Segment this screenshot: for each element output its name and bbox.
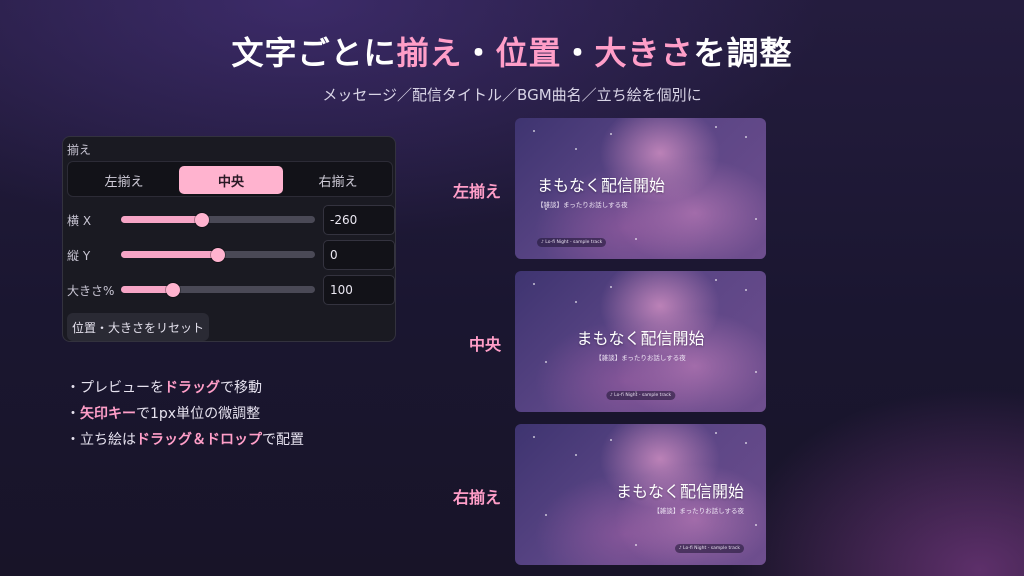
title-part: を調整 (693, 34, 793, 72)
tip-text: で移動 (220, 380, 262, 396)
star-decoration (755, 524, 757, 526)
preview-text-block: まもなく配信開始【雑談】まったりお話しする夜 (616, 478, 744, 515)
star-decoration (610, 133, 612, 135)
reset-button[interactable]: 位置・大きさをリセット (67, 313, 209, 341)
star-decoration (715, 432, 717, 434)
star-decoration (635, 238, 637, 240)
size-value-input[interactable] (323, 275, 395, 305)
music-badge: ♪ Lo-fi Night - sample track (537, 238, 607, 247)
preview-title: まもなく配信開始 (537, 176, 666, 195)
align-left-button[interactable]: 左揃え (72, 166, 176, 194)
star-decoration (745, 289, 747, 291)
y-position-row: 縦 Y (63, 240, 397, 270)
star-decoration (575, 454, 577, 456)
star-decoration (755, 218, 757, 220)
star-decoration (575, 148, 577, 150)
preview-label-right: 右揃え (452, 488, 501, 507)
align-center-button[interactable]: 中央 (179, 166, 283, 194)
star-decoration (745, 442, 747, 444)
preview-text-block: まもなく配信開始【雑談】まったりお話しする夜 (537, 172, 665, 209)
tip-text: で1px単位の微調整 (136, 406, 261, 422)
preview-label-left: 左揃え (452, 182, 501, 201)
preview-right-aligned[interactable]: まもなく配信開始【雑談】まったりお話しする夜 ♪ Lo-fi Night - sa… (515, 424, 766, 565)
tip-text: ・プレビューを (66, 380, 164, 396)
star-decoration (533, 130, 535, 132)
tip-emphasis: 矢印キー (80, 406, 136, 422)
tip-item: ・プレビューをドラッグで移動 (66, 375, 304, 401)
tips-list: ・プレビューをドラッグで移動 ・矢印キーで1px単位の微調整 ・立ち絵はドラッグ… (66, 375, 304, 453)
star-decoration (575, 301, 577, 303)
star-decoration (745, 136, 747, 138)
star-decoration (755, 371, 757, 373)
tip-item: ・矢印キーで1px単位の微調整 (66, 401, 304, 427)
size-row: 大きさ% (63, 275, 397, 305)
star-decoration (715, 126, 717, 128)
size-slider[interactable] (121, 282, 315, 297)
y-slider-thumb[interactable] (211, 247, 225, 262)
star-decoration (545, 514, 547, 516)
tip-emphasis: ドラッグ＆ドロップ (136, 432, 262, 448)
alignment-panel: 揃え 左揃え 中央 右揃え 横 X 縦 Y 大きさ% 位置・大きさをリセット (62, 136, 396, 342)
star-decoration (533, 283, 535, 285)
preview-title: まもなく配信開始 (615, 482, 744, 501)
music-badge: ♪ Lo-fi Night - sample track (605, 391, 676, 400)
star-decoration (610, 286, 612, 288)
title-part: 位置 (495, 34, 562, 72)
preview-subtitle: 【雑談】まったりお話しする夜 (595, 354, 686, 362)
preview-text-block: まもなく配信開始【雑談】まったりお話しする夜 (515, 325, 766, 362)
preview-left-aligned[interactable]: まもなく配信開始【雑談】まったりお話しする夜 ♪ Lo-fi Night - sa… (515, 118, 766, 259)
size-label: 大きさ% (67, 284, 115, 298)
title-part: ・ (561, 34, 595, 72)
tip-text: で配置 (262, 432, 304, 448)
x-value-input[interactable] (323, 205, 395, 235)
star-decoration (715, 279, 717, 281)
align-segmented-control: 左揃え 中央 右揃え (67, 161, 393, 197)
x-slider[interactable] (121, 212, 315, 227)
page-title: 文字ごとに揃え・位置・大きさを調整 (0, 28, 1024, 74)
title-part: 揃え (396, 34, 463, 72)
page-subtitle: メッセージ／配信タイトル／BGM曲名／立ち絵を個別に (322, 86, 702, 104)
tip-emphasis: ドラッグ (164, 380, 220, 396)
tip-item: ・立ち絵はドラッグ＆ドロップで配置 (66, 427, 304, 453)
y-value-input[interactable] (323, 240, 395, 270)
tip-text: ・立ち絵は (66, 432, 136, 448)
title-part: 文字ごとに (231, 34, 397, 72)
y-label: 縦 Y (67, 249, 91, 263)
x-label: 横 X (67, 214, 92, 228)
align-section-label: 揃え (67, 143, 92, 157)
x-position-row: 横 X (63, 205, 397, 235)
y-slider-fill (121, 251, 218, 258)
star-decoration (610, 439, 612, 441)
y-slider[interactable] (121, 247, 315, 262)
star-decoration (533, 436, 535, 438)
preview-subtitle: 【雑談】まったりお話しする夜 (537, 201, 628, 209)
preview-title: まもなく配信開始 (576, 329, 705, 348)
size-slider-thumb[interactable] (166, 282, 181, 297)
preview-label-center: 中央 (468, 335, 501, 354)
x-slider-fill (121, 216, 203, 223)
preview-subtitle: 【雑談】まったりお話しする夜 (653, 507, 744, 515)
music-badge: ♪ Lo-fi Night - sample track (674, 544, 744, 553)
title-part: ・ (462, 34, 496, 72)
x-slider-thumb[interactable] (195, 212, 210, 227)
align-right-button[interactable]: 右揃え (286, 166, 390, 194)
star-decoration (635, 544, 637, 546)
preview-center-aligned[interactable]: まもなく配信開始【雑談】まったりお話しする夜 ♪ Lo-fi Night - sa… (515, 271, 766, 412)
tip-text: ・ (66, 406, 80, 422)
title-part: 大きさ (594, 34, 694, 72)
